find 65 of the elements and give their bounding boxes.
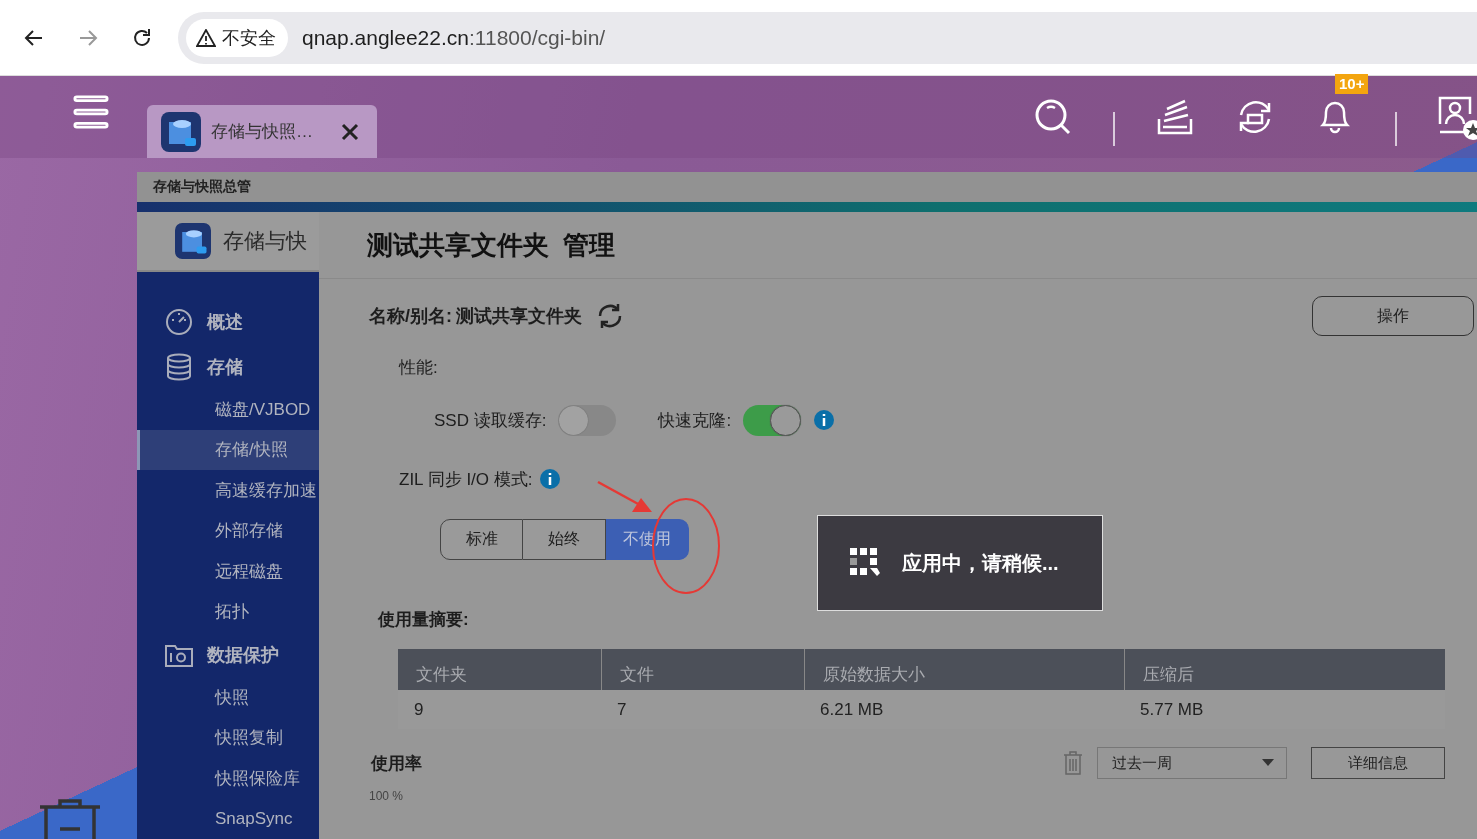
caret-icon: [1262, 759, 1274, 767]
mode-segment[interactable]: 始终: [523, 519, 606, 560]
sidebar-item[interactable]: 快照保险库: [137, 758, 319, 799]
window-title: 存储与快照总管: [153, 178, 251, 196]
table-cell-text: 7: [616, 698, 628, 721]
annotation-arrow: [597, 480, 652, 512]
sidebar-item[interactable]: 概述: [137, 299, 319, 344]
tab-title: 存储与快照…: [211, 121, 314, 143]
warning-icon: [196, 28, 216, 47]
sidebar-item[interactable]: 外部存储: [137, 510, 319, 551]
column-header: 原始数据大小: [804, 649, 1124, 690]
loading-icon: [850, 548, 880, 578]
user-icon[interactable]: [1437, 94, 1477, 140]
toggle-label: SSD 读取缓存:: [434, 409, 547, 432]
toggle-switch[interactable]: [558, 404, 617, 436]
notification-badge: 10+: [1335, 74, 1369, 94]
sidebar-item[interactable]: 存储/快照: [137, 429, 319, 470]
info-icon[interactable]: [813, 409, 836, 431]
trash-icon[interactable]: [38, 797, 102, 839]
sidebar-item[interactable]: 高速缓存加速: [137, 470, 319, 511]
action-button[interactable]: 操作: [1312, 296, 1474, 336]
column-header: 压缩后: [1124, 649, 1445, 690]
database-icon: [165, 352, 193, 381]
period-dropdown[interactable]: 过去一周: [1097, 747, 1287, 779]
sidebar-item[interactable]: 磁盘/VJBOD: [137, 389, 319, 430]
performance-label: 性能:: [399, 357, 439, 379]
storage-app-icon: [161, 111, 201, 152]
name-label: 名称/别名:: [369, 305, 452, 328]
sidebar-item[interactable]: 拓扑: [137, 591, 319, 632]
axis-label: 100 %: [369, 789, 405, 803]
stack-icon[interactable]: [1155, 97, 1195, 137]
table-cell-text: 6.21 MB: [819, 698, 885, 721]
toast-message: 应用中，请稍候...: [902, 550, 1059, 576]
sidebar-item[interactable]: 快照复制: [137, 717, 319, 758]
security-label: 不安全: [222, 26, 276, 50]
close-icon[interactable]: [341, 122, 359, 141]
details-button[interactable]: 详细信息: [1311, 747, 1445, 779]
sidebar-item[interactable]: 远程磁盘: [137, 551, 319, 592]
menu-icon[interactable]: [72, 94, 110, 130]
url-text: qnap.anglee22.cn:11800/cgi-bin/: [302, 25, 606, 50]
search-icon[interactable]: [1033, 97, 1073, 137]
usage-summary-title: 使用量摘要:: [378, 609, 470, 631]
usage-rate-title: 使用率: [371, 752, 422, 775]
sidebar-item[interactable]: 数据保护: [137, 632, 319, 677]
sidebar-item[interactable]: 存储: [137, 344, 319, 389]
info-icon[interactable]: [538, 468, 561, 490]
gauge-icon: [165, 307, 193, 336]
toggle-label: 快速克隆:: [658, 409, 732, 432]
table-cell-text: 9: [413, 698, 425, 721]
page-heading: 测试共享文件夹 管理: [367, 228, 616, 262]
storage-app-icon: [175, 223, 211, 259]
sidebar-item[interactable]: SnapSync: [137, 798, 319, 839]
sidebar-item[interactable]: 快照: [137, 677, 319, 718]
security-chip[interactable]: 不安全: [186, 18, 288, 57]
app-tab[interactable]: 存储与快照…: [147, 105, 377, 158]
column-header: 文件夹: [415, 664, 468, 686]
mode-segment[interactable]: 标准: [440, 519, 523, 560]
refresh-icon[interactable]: [596, 302, 624, 330]
column-header: 文件: [601, 649, 804, 690]
table-cell-text: 5.77 MB: [1139, 698, 1205, 721]
zil-mode-label: ZIL 同步 I/O 模式:: [399, 468, 533, 491]
toggle-switch[interactable]: [743, 404, 802, 436]
address-bar[interactable]: 不安全 qnap.anglee22.cn:11800/cgi-bin/: [178, 11, 1477, 64]
name-value: 测试共享文件夹: [456, 305, 582, 328]
app-name: 存储与快: [223, 228, 307, 254]
